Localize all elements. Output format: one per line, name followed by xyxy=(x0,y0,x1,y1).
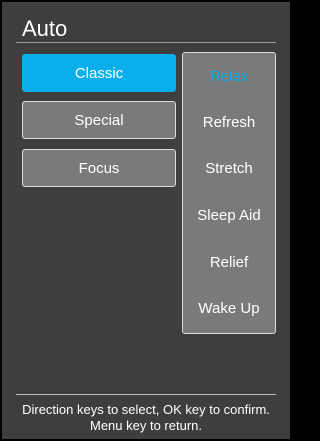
submenu-item-refresh[interactable]: Refresh xyxy=(183,99,275,145)
footer-divider xyxy=(16,394,276,395)
auto-menu-screen: Auto Classic Special Focus Relax Refresh… xyxy=(0,0,292,441)
submenu-item-relax[interactable]: Relax xyxy=(183,53,275,99)
classic-submenu: Relax Refresh Stretch Sleep Aid Relief W… xyxy=(182,52,276,334)
page-title: Auto xyxy=(22,16,68,41)
title-divider xyxy=(16,42,276,43)
submenu-item-sleep-aid[interactable]: Sleep Aid xyxy=(183,192,275,238)
mode-button-special[interactable]: Special xyxy=(22,101,176,139)
submenu-item-stretch[interactable]: Stretch xyxy=(183,145,275,191)
footer-hint: Direction keys to select, OK key to conf… xyxy=(22,402,270,433)
mode-button-classic[interactable]: Classic xyxy=(22,54,176,92)
submenu-item-wake-up[interactable]: Wake Up xyxy=(183,285,275,331)
mode-button-focus[interactable]: Focus xyxy=(22,149,176,187)
submenu-item-relief[interactable]: Relief xyxy=(183,239,275,285)
